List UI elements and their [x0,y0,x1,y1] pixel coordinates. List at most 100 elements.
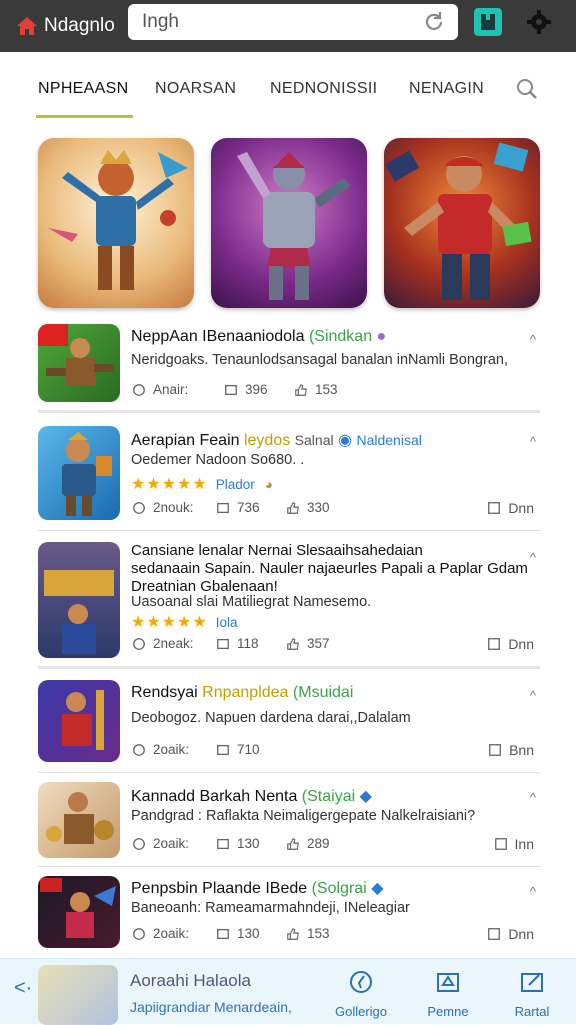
open-button[interactable]: Bnn [509,742,534,758]
tab-noarsan[interactable]: NOARSAN [155,80,236,98]
comment-icon [217,838,229,849]
featured-game-banner[interactable] [38,138,194,308]
search-input[interactable]: Ingh [142,11,422,33]
search-bar[interactable]: Ingh [128,4,458,40]
list-item[interactable]: Penpsbin Plaande IBede (Solgrai ◆ Baneoa… [38,876,540,948]
divider [38,866,540,867]
like-count: 289 [307,836,330,851]
settings-icon[interactable] [526,9,552,35]
clock-icon [133,927,145,940]
app-title: Kannadd Barkah Nenta [131,788,298,805]
app-icon [38,426,120,520]
now-playing-title: Aoraahi Halaola [130,971,251,990]
featured-game-banner[interactable] [384,138,540,308]
meta-label: 2neak: [153,636,194,651]
app-title-line3: Dreatnian Gbalenaan! [131,578,278,595]
app-tag: leydos [243,432,291,449]
active-tab-indicator [36,115,133,118]
comment-icon [217,744,229,755]
meta-label: 2nouk: [153,500,194,515]
top-bar: Ndagnlo Ingh [0,0,576,52]
nav-pemne[interactable]: Pemne [418,969,478,1019]
tab-npheaasn[interactable]: NPHEAASN [38,80,128,98]
app-title-line2: sedanaain Sapain. Nauler najaeurles Papa… [131,560,528,577]
chevron-up-icon[interactable]: ^ [530,332,536,347]
comment-icon [217,502,229,513]
app-title: NeppAan IBenaaniodola [131,328,305,345]
divider [38,530,540,531]
list-item[interactable]: NeppAan IBenaaniodola (Sindkan ● Neridgo… [38,324,540,404]
clock-icon [133,383,145,396]
open-button[interactable]: Dnn [508,500,534,516]
app-tag: (Sindkan [308,328,373,345]
meta-count: 396 [245,382,268,397]
chevron-up-icon[interactable]: ^ [530,884,536,899]
bookmark-icon[interactable] [474,8,502,36]
list-item[interactable]: Cansiane lenalar Nernai Slesaaihsahedaia… [38,542,540,660]
thumbs-up-icon [295,383,307,396]
app-tag: (Solgrai [311,880,367,897]
edit-icon [521,973,543,992]
like-count: 153 [307,926,330,941]
divider [38,410,540,413]
clock-icon [133,837,145,850]
featured-carousel [38,138,540,308]
home-icon[interactable] [14,15,40,37]
app-tag: Rnpanpldea [202,684,289,701]
divider [38,772,540,773]
nav-rartal[interactable]: Rartal [502,969,562,1019]
app-icon [38,542,120,658]
nav-label: Pemne [427,1004,469,1019]
app-description: Deobogoz. Napuen dardena darai,,Dalalam [131,710,411,726]
comment-icon [217,928,229,939]
meta-label: Anair: [153,382,189,397]
verified-badge-icon: ◆ [371,880,384,897]
app-title: Aerapian Feain [131,432,240,449]
featured-game-banner[interactable] [211,138,367,308]
open-button[interactable]: Dnn [508,636,534,652]
app-tag: (Staiyai [301,788,356,805]
app-tag-tertiary: Naldenisal [356,432,422,448]
now-playing-subtitle: Japiigrandiar Menardeain, [130,999,292,1015]
list-item[interactable]: Rendsyai Rnpanpldea (Msuidai Deobogoz. N… [38,680,540,764]
upload-icon [437,973,459,992]
app-icon [38,876,120,948]
thumbs-up-icon [287,637,299,650]
list-item[interactable]: Kannadd Barkah Nenta (Staiyai ◆ Pandgrad… [38,782,540,858]
rating-stars: ★★★★★ [131,614,208,631]
bottom-bar: <· Aoraahi Halaola Japiigrandiar Menarde… [0,958,576,1025]
chevron-up-icon[interactable]: ^ [530,550,536,565]
tab-nenagin[interactable]: NENAGIN [409,80,484,98]
like-count: 330 [307,500,330,515]
meta-label: 2oaik: [153,836,190,851]
open-icon [488,638,501,650]
reload-icon[interactable] [422,10,446,34]
now-playing-thumbnail[interactable] [38,965,118,1025]
nav-gollerigo[interactable]: Gollerigo [331,969,391,1019]
list-item[interactable]: Aerapian Feain leydos Salnal ◉ Naldenisa… [38,426,540,522]
open-icon [488,502,501,514]
tab-nednonissii[interactable]: NEDNONISSII [270,80,377,98]
chevron-up-icon[interactable]: ^ [530,434,536,449]
open-button[interactable]: Dnn [508,926,534,942]
meta-count: 736 [237,500,260,515]
thumbs-up-icon [287,501,299,514]
verified-badge-icon: ● [376,328,387,345]
app-description: Baneoanh: Rameamarmahndeji, INeleagiar [131,900,410,916]
search-icon[interactable] [516,78,538,100]
app-title: Cansiane lenalar Nernai Slesaaihsahedaia… [131,542,423,559]
thumbs-up-icon [287,927,299,940]
like-count: 153 [315,382,338,397]
back-arrow-icon[interactable]: <· [14,977,32,1000]
app-tag-secondary: Salnal [294,432,334,448]
open-button[interactable]: Inn [515,836,534,852]
verified-badge-icon: ◆ [359,788,372,805]
clock-icon [133,743,145,756]
like-count: 357 [307,636,330,651]
clock-icon [133,501,145,514]
app-title: Rendsyai [131,684,198,701]
clock-icon [133,637,145,650]
chevron-up-icon[interactable]: ^ [530,790,536,805]
chevron-up-icon[interactable]: ^ [530,688,536,703]
divider [38,666,540,669]
